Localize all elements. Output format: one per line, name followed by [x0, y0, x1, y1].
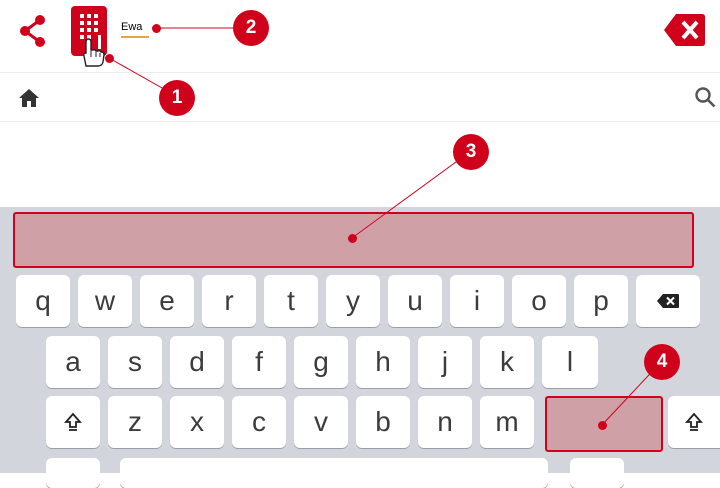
callout-badge-2: 2	[233, 10, 269, 46]
callout-badge-4: 4	[644, 344, 680, 380]
callout-dot-4	[598, 421, 607, 430]
callout-lines	[108, 27, 663, 426]
callout-badge-1: 1	[159, 80, 195, 116]
callout-dot-3	[348, 234, 357, 243]
callout-dot-2	[152, 24, 161, 33]
callout-dot-1	[105, 54, 114, 63]
callout-badge-3: 3	[453, 134, 489, 170]
